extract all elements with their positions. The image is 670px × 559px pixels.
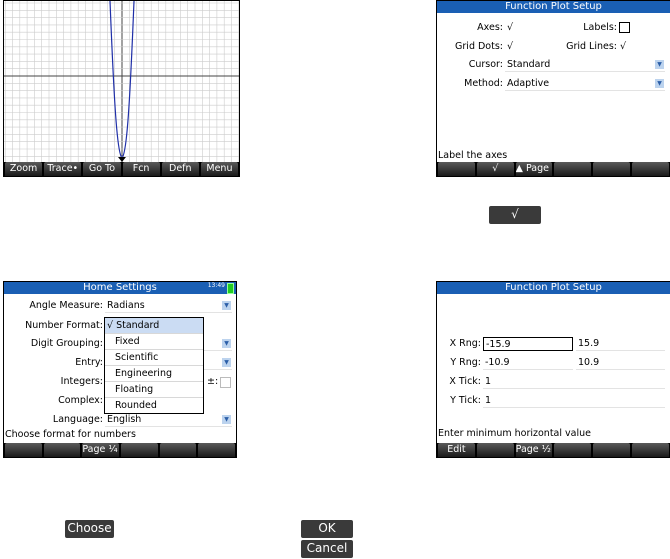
y-range-label: Y Rng: [450, 357, 481, 368]
dropdown-arrow-icon: ▼ [222, 339, 231, 348]
defn-softkey[interactable]: Defn [161, 162, 199, 176]
help-text: Label the axes [438, 150, 508, 161]
trace-softkey[interactable]: Trace• [44, 162, 82, 176]
x-tick-field[interactable]: 1 [483, 375, 665, 389]
number-format-label: Number Format: [25, 320, 103, 331]
cursor-value: Standard [507, 59, 551, 70]
y-range-min-field[interactable]: -10.9 [483, 356, 573, 370]
language-label: Language: [52, 414, 103, 425]
angle-measure-dropdown[interactable]: Radians ▼ [105, 299, 232, 313]
home-softkey-bar: Page ¹⁄₄ ▼ [4, 443, 236, 457]
softkey-5[interactable] [593, 443, 631, 457]
softkey-2[interactable] [43, 443, 81, 457]
language-value: English [107, 414, 142, 425]
softkey-4[interactable] [554, 162, 592, 176]
x-range-label: X Rng: [449, 338, 481, 349]
softkey-6[interactable] [198, 443, 236, 457]
screen-title: Home Settings 13:49 [4, 282, 236, 294]
method-value: Adaptive [507, 78, 550, 89]
ok-key-button[interactable]: OK [301, 520, 353, 538]
edit-softkey[interactable]: Edit [438, 443, 475, 457]
fcn-softkey[interactable]: Fcn [122, 162, 160, 176]
softkey-6[interactable] [632, 162, 669, 176]
home-settings-screen: Home Settings 13:49 Angle Measure: Radia… [3, 281, 237, 458]
number-format-option-fixed[interactable]: Fixed [105, 334, 203, 350]
check-softkey[interactable]: √ [476, 162, 514, 176]
number-format-option-floating[interactable]: Floating [105, 382, 203, 398]
plot-view-screen: Zoom Trace• Go To Fcn Defn Menu [3, 0, 240, 177]
softkey-1[interactable] [438, 162, 475, 176]
grid-lines [4, 1, 239, 162]
dropdown-arrow-icon: ▼ [222, 415, 231, 424]
plot-softkey-bar: Zoom Trace• Go To Fcn Defn Menu [4, 162, 239, 176]
number-format-option-engineering[interactable]: Engineering [105, 366, 203, 382]
number-format-popup[interactable]: √ Standard Fixed Scientific Engineering … [104, 317, 204, 414]
grid-dots-checkbox[interactable]: √ [507, 40, 513, 54]
dropdown-arrow-icon: ▼ [222, 301, 231, 310]
integers-sign-option[interactable]: ±: [207, 375, 218, 389]
cursor-label: Cursor: [468, 59, 503, 70]
plot-setup-page2-screen: Function Plot Setup Axes: √ Labels: Grid… [436, 0, 670, 177]
y-tick-label: Y Tick: [450, 395, 481, 406]
labels-checkbox[interactable] [619, 22, 630, 33]
page-up-softkey[interactable]: ▲ Page ²⁄₂ [515, 162, 553, 176]
zoom-softkey[interactable]: Zoom [5, 162, 43, 176]
digit-grouping-dropdown[interactable]: ▼ [204, 337, 232, 351]
softkey-6[interactable] [632, 443, 669, 457]
method-dropdown[interactable]: Adaptive ▼ [505, 77, 665, 91]
check-key-button[interactable]: √ [489, 206, 541, 224]
battery-icon [227, 283, 234, 294]
screen-title: Function Plot Setup [437, 282, 670, 294]
language-dropdown[interactable]: English ▼ [105, 413, 232, 427]
number-format-option-rounded[interactable]: Rounded [105, 398, 203, 413]
dropdown-arrow-icon: ▼ [655, 60, 664, 69]
grid-dots-label: Grid Dots: [455, 41, 503, 52]
softkey-1[interactable] [5, 443, 42, 457]
softkey-2[interactable] [476, 443, 514, 457]
labels-label: Labels: [583, 22, 617, 33]
home-settings-title: Home Settings [83, 282, 157, 293]
screen-title: Function Plot Setup [437, 1, 670, 13]
dropdown-arrow-icon: ▼ [222, 358, 231, 367]
grid-lines-checkbox[interactable]: √ [620, 40, 626, 54]
setup-softkey-bar: Edit Page ¹⁄₂ ▼ [437, 443, 670, 457]
axes-checkbox[interactable]: √ [507, 21, 513, 35]
page-down-softkey[interactable]: Page ¹⁄₄ ▼ [82, 443, 120, 457]
page-down-softkey[interactable]: Page ¹⁄₂ ▼ [515, 443, 553, 457]
plot-setup-page1-screen: Function Plot Setup X Rng: -15.9 15.9 Y … [436, 281, 670, 458]
clock: 13:49 [207, 282, 225, 289]
entry-label: Entry: [75, 357, 103, 368]
choose-key-button[interactable]: Choose [65, 520, 114, 538]
y-range-max-field[interactable]: 10.9 [576, 356, 665, 370]
integers-label: Integers: [60, 376, 103, 387]
x-range-max-field[interactable]: 15.9 [576, 337, 665, 351]
complex-label: Complex: [58, 395, 103, 406]
help-text: Choose format for numbers [5, 429, 136, 440]
softkey-4[interactable] [554, 443, 592, 457]
number-format-option-standard[interactable]: √ Standard [105, 318, 203, 334]
digit-grouping-label: Digit Grouping: [30, 338, 103, 349]
y-tick-field[interactable]: 1 [483, 394, 665, 408]
dropdown-arrow-icon: ▼ [655, 79, 664, 88]
angle-measure-value: Radians [107, 300, 145, 311]
number-format-option-scientific[interactable]: Scientific [105, 350, 203, 366]
softkey-5[interactable] [593, 162, 631, 176]
cursor-dropdown[interactable]: Standard ▼ [505, 58, 665, 72]
x-tick-label: X Tick: [449, 376, 481, 387]
cancel-key-button[interactable]: Cancel [301, 540, 353, 558]
axes-label: Axes: [477, 22, 503, 33]
integers-sign-checkbox[interactable] [220, 377, 231, 388]
help-text: Enter minimum horizontal value [438, 428, 591, 439]
grid-lines-label: Grid Lines: [566, 41, 617, 52]
method-label: Method: [464, 78, 503, 89]
x-range-min-field[interactable]: -15.9 [483, 337, 573, 351]
softkey-4[interactable] [121, 443, 158, 457]
setup-softkey-bar: √ ▲ Page ²⁄₂ [437, 162, 670, 176]
menu-softkey[interactable]: Menu [200, 162, 239, 176]
goto-softkey[interactable]: Go To [83, 162, 121, 176]
function-graph[interactable] [4, 1, 239, 162]
entry-dropdown[interactable]: ▼ [204, 356, 232, 370]
softkey-5[interactable] [159, 443, 197, 457]
angle-measure-label: Angle Measure: [29, 300, 103, 311]
